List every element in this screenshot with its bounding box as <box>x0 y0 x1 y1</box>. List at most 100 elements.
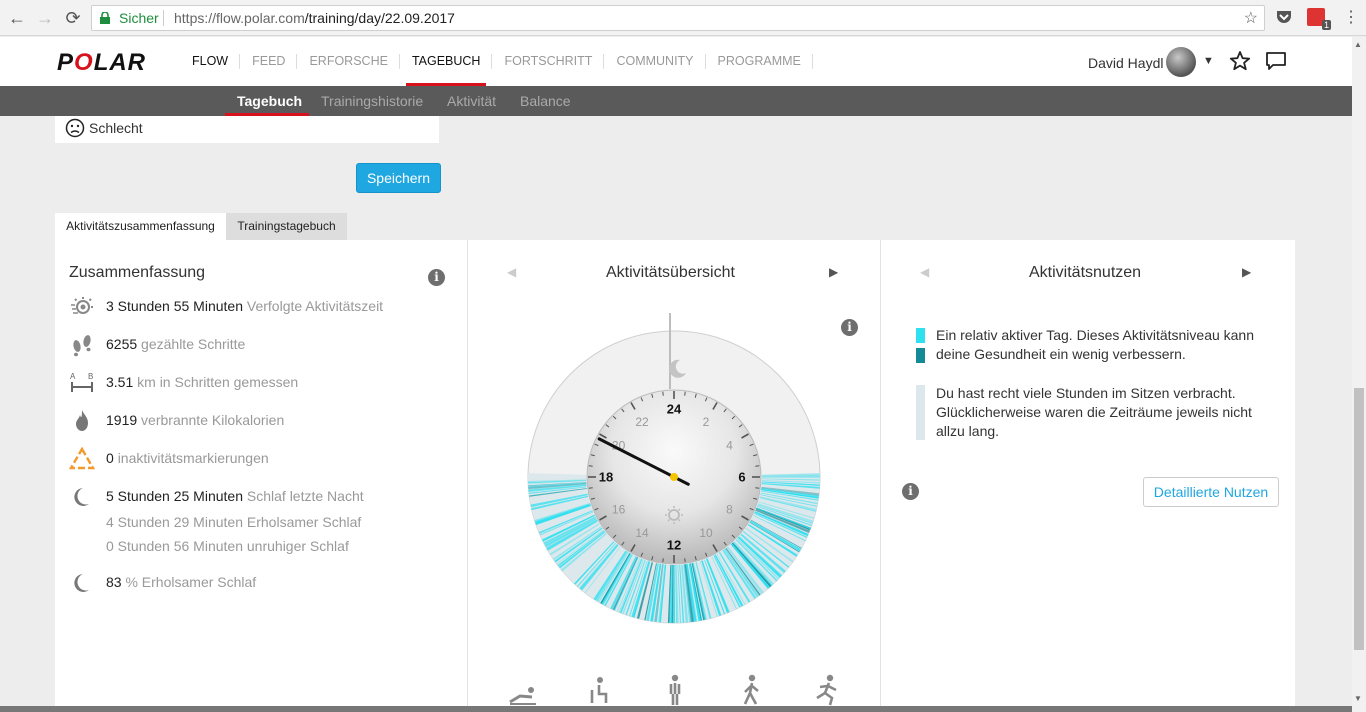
dial-tick <box>588 487 593 489</box>
chevron-down-icon[interactable]: ▼ <box>1203 55 1214 67</box>
subnav-balance[interactable]: Balance <box>520 86 571 116</box>
extension-badge: 1 <box>1321 20 1331 30</box>
dial-tick <box>755 465 760 467</box>
sitting-icon[interactable] <box>586 676 612 706</box>
legend-sitting <box>916 385 925 440</box>
distance-letter-a: A <box>70 372 76 381</box>
next-arrow-icon[interactable]: ▶ <box>1242 265 1251 279</box>
summary-text: 6255 gezählte Schritte <box>106 336 245 352</box>
hour-label: 24 <box>667 402 682 417</box>
star-icon[interactable] <box>1229 50 1251 72</box>
logo-part-p: P <box>57 49 75 76</box>
summary-text: 0 inaktivitätsmarkierungen <box>106 450 269 466</box>
sad-face-icon <box>65 118 85 138</box>
reload-icon[interactable]: ⟳ <box>62 7 84 29</box>
hour-label: 2 <box>703 415 710 429</box>
nav-flow[interactable]: FLOW <box>180 37 241 86</box>
running-icon[interactable] <box>814 674 840 706</box>
chat-icon[interactable] <box>1265 50 1287 72</box>
menu-dots-icon[interactable]: ⋮ <box>1340 7 1362 29</box>
logo-part-o: O <box>74 49 94 76</box>
prev-arrow-icon[interactable]: ◀ <box>920 265 929 279</box>
scroll-down-arrow-icon[interactable]: ▼ <box>1354 694 1362 703</box>
next-arrow-icon[interactable]: ▶ <box>829 265 838 279</box>
forward-arrow-icon[interactable]: → <box>34 7 56 29</box>
back-arrow-icon[interactable]: ← <box>6 7 28 29</box>
summary-label: Verfolgte Aktivitätszeit <box>246 298 384 314</box>
nav-community[interactable]: COMMUNITY <box>604 37 706 86</box>
summary-label: Schlaf letzte Nacht <box>246 488 364 504</box>
summary-label: km in Schritten gemessen <box>137 374 299 390</box>
bookmark-star-icon[interactable]: ☆ <box>1244 8 1258 28</box>
detailed-benefit-button[interactable]: Detaillierte Nutzen <box>1143 477 1279 507</box>
legend-active-light <box>916 328 925 343</box>
summary-value: 3.51 <box>106 374 134 390</box>
mood-option[interactable]: Schlecht <box>55 116 439 143</box>
dial-tick <box>684 391 686 396</box>
overview-panel: ◀ Aktivitätsübersicht ▶ i 24 6 12 18 2 4… <box>468 240 880 712</box>
summary-panel: Zusammenfassung i 3 Stunden 55 Minuten V… <box>55 240 467 712</box>
info-icon[interactable]: i <box>841 319 858 336</box>
hour-label: 8 <box>726 503 733 517</box>
summary-label: inaktivitätsmarkierungen <box>117 450 269 466</box>
bottom-bar <box>0 706 1352 712</box>
url-path: /training/day/22.09.2017 <box>304 10 455 26</box>
nav-fortschritt[interactable]: FORTSCHRITT <box>492 37 605 86</box>
hour-label: 12 <box>667 538 681 553</box>
summary-text: 1919 verbrannte Kilokalorien <box>106 412 284 428</box>
dial-tick <box>662 391 664 396</box>
footsteps-icon <box>73 335 91 357</box>
summary-value: 3 Stunden 55 Minuten <box>106 298 243 314</box>
flame-icon <box>76 410 88 431</box>
main-nav: FLOW FEED ERFORSCHE TAGEBUCH FORTSCHRITT… <box>180 37 814 86</box>
save-button[interactable]: Speichern <box>356 163 441 193</box>
sleep-restful-line: 4 Stunden 29 Minuten Erholsamer Schlaf <box>106 514 362 530</box>
standing-icon[interactable] <box>664 674 686 706</box>
avatar[interactable] <box>1166 47 1196 77</box>
nav-tagebuch[interactable]: TAGEBUCH <box>400 37 493 86</box>
info-icon[interactable]: i <box>902 483 919 500</box>
sub-nav: Tagebuch Trainingshistorie Aktivität Bal… <box>0 86 1352 116</box>
summary-value: 0 <box>106 450 114 466</box>
nav-feed[interactable]: FEED <box>240 37 298 86</box>
user-name[interactable]: David Haydl <box>1088 55 1163 71</box>
walking-icon[interactable] <box>740 674 764 706</box>
summary-value: 6255 <box>106 336 138 352</box>
polar-logo[interactable]: POLAR <box>57 49 146 77</box>
dial-tick <box>588 465 593 467</box>
nav-programme[interactable]: PROGRAMME <box>706 37 814 86</box>
scrollbar-thumb[interactable] <box>1354 388 1364 650</box>
distance-letter-b: B <box>88 372 93 381</box>
summary-text: 3.51 km in Schritten gemessen <box>106 374 298 390</box>
url-text[interactable]: https://flow.polar.com/training/day/22.0… <box>174 10 455 26</box>
prev-arrow-icon[interactable]: ◀ <box>507 265 516 279</box>
activity-dial[interactable]: 24 6 12 18 2 4 8 10 14 16 20 22 <box>520 313 828 633</box>
tab-training-diary[interactable]: Trainingstagebuch <box>226 213 347 240</box>
extension-icon[interactable]: 1 <box>1307 8 1331 30</box>
dial-tick <box>684 558 686 563</box>
scroll-up-arrow-icon[interactable]: ▲ <box>1354 40 1362 49</box>
subnav-aktivitaet[interactable]: Aktivität <box>447 86 496 116</box>
summary-text: 3 Stunden 55 Minuten Verfolgte Aktivität… <box>106 298 383 314</box>
hour-label: 10 <box>699 526 713 540</box>
subnav-trainingshistorie[interactable]: Trainingshistorie <box>321 86 423 116</box>
secure-label: Sicher <box>119 10 159 26</box>
lying-icon[interactable] <box>508 680 538 706</box>
tab-activity-summary[interactable]: Aktivitätszusammenfassung <box>55 213 226 240</box>
subnav-tagebuch[interactable]: Tagebuch <box>237 86 302 116</box>
legend-active-dark <box>916 348 925 363</box>
info-icon[interactable]: i <box>428 269 445 286</box>
hour-label: 18 <box>599 470 613 485</box>
summary-value: 1919 <box>106 412 138 428</box>
url-divider <box>163 10 164 26</box>
activity-time-icon <box>71 297 93 314</box>
benefit-title: Aktivitätsnutzen <box>1029 264 1142 281</box>
moon-icon <box>74 574 89 592</box>
address-bar[interactable]: Sicher https://flow.polar.com/training/d… <box>91 5 1265 31</box>
summary-value: 83 <box>106 574 122 590</box>
hour-label: 6 <box>738 470 745 485</box>
clock-hand-pivot <box>670 473 678 481</box>
nav-erforsche[interactable]: ERFORSCHE <box>297 37 401 86</box>
pocket-icon[interactable] <box>1275 8 1293 26</box>
site-header: POLAR FLOW FEED ERFORSCHE TAGEBUCH FORTS… <box>0 37 1352 86</box>
